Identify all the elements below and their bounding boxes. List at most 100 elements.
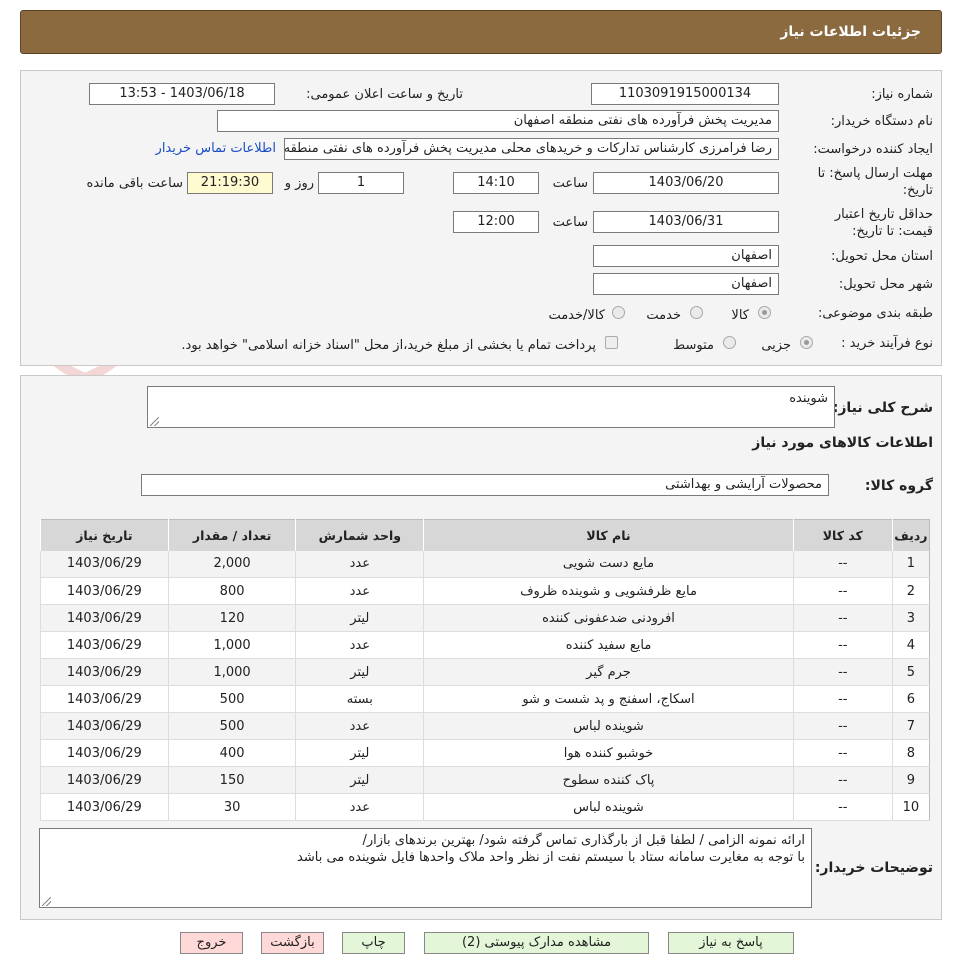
- buyer-contact-link[interactable]: اطلاعات تماس خریدار: [156, 141, 276, 156]
- table-row: 8 -- خوشبو کننده هوا لیتر 400 1403/06/29: [40, 739, 930, 767]
- validity-label: حداقل تاریخ اعتبار: [834, 207, 933, 222]
- cell-row-number: 6: [891, 685, 930, 713]
- category-radio-goods[interactable]: [758, 306, 771, 319]
- cell-code: --: [792, 550, 893, 578]
- cell-row-number: 10: [891, 793, 930, 821]
- col-unit: واحد شمارش: [295, 519, 424, 551]
- cell-unit: عدد: [295, 793, 424, 821]
- cell-unit: عدد: [295, 712, 424, 740]
- cell-name: پاک کننده سطوح: [423, 766, 794, 794]
- notes-line-1: ارائه نمونه الزامی / لطفا قبل از بارگذار…: [362, 833, 805, 848]
- cell-quantity: 30: [167, 793, 296, 821]
- cell-quantity: 1,000: [167, 631, 296, 659]
- city-field: اصفهان: [593, 273, 779, 295]
- cell-row-number: 4: [891, 631, 930, 659]
- cell-code: --: [792, 712, 893, 740]
- process-option-minor: جزیی: [761, 338, 791, 353]
- reply-button[interactable]: پاسخ به نیاز: [668, 932, 794, 954]
- buyer-label: نام دستگاه خریدار:: [830, 114, 933, 129]
- table-row: 1 -- مایع دست شویی عدد 2,000 1403/06/29: [40, 550, 930, 578]
- notes-textarea[interactable]: ارائه نمونه الزامی / لطفا قبل از بارگذار…: [39, 828, 812, 908]
- page-header: جزئیات اطلاعات نیاز: [20, 10, 942, 54]
- goods-group-label: گروه کالا:: [864, 478, 933, 494]
- cell-quantity: 500: [167, 685, 296, 713]
- cell-code: --: [792, 793, 893, 821]
- cell-date: 1403/06/29: [40, 712, 169, 740]
- cell-date: 1403/06/29: [40, 550, 169, 578]
- cell-row-number: 1: [891, 550, 930, 578]
- deadline-time-field: 14:10: [453, 172, 539, 194]
- requester-label: ایجاد کننده درخواست:: [813, 142, 933, 157]
- exit-button[interactable]: خروج: [180, 932, 243, 954]
- need-number-field: 1103091915000134: [591, 83, 779, 105]
- cell-name: خوشبو کننده هوا: [423, 739, 794, 767]
- province-label: استان محل تحویل:: [831, 249, 933, 264]
- view-documents-button[interactable]: مشاهده مدارک پیوستی (2): [424, 932, 649, 954]
- cell-unit: لیتر: [295, 766, 424, 794]
- cell-row-number: 2: [891, 577, 930, 605]
- goods-group-field: محصولات آرایشی و بهداشتی: [141, 474, 829, 496]
- table-row: 10 -- شوینده لباس عدد 30 1403/06/29: [40, 793, 930, 821]
- goods-panel: شرح کلی نیاز: شوینده اطلاعات کالاهای مور…: [20, 375, 942, 920]
- print-button[interactable]: چاپ: [342, 932, 405, 954]
- cell-unit: لیتر: [295, 739, 424, 767]
- cell-name: مایع سفید کننده: [423, 631, 794, 659]
- cell-quantity: 2,000: [167, 550, 296, 578]
- cell-date: 1403/06/29: [40, 685, 169, 713]
- cell-unit: بسته: [295, 685, 424, 713]
- back-button[interactable]: بازگشت: [261, 932, 324, 954]
- cell-date: 1403/06/29: [40, 739, 169, 767]
- cell-row-number: 7: [891, 712, 930, 740]
- table-row: 9 -- پاک کننده سطوح لیتر 150 1403/06/29: [40, 766, 930, 794]
- table-row: 4 -- مایع سفید کننده عدد 1,000 1403/06/29: [40, 631, 930, 659]
- cell-date: 1403/06/29: [40, 577, 169, 605]
- validity-time-label: ساعت: [552, 215, 588, 230]
- process-radio-minor[interactable]: [800, 336, 813, 349]
- cell-quantity: 800: [167, 577, 296, 605]
- treasury-checkbox[interactable]: [605, 336, 618, 349]
- category-radio-service[interactable]: [690, 306, 703, 319]
- deadline-label: مهلت ارسال پاسخ: تا: [817, 166, 933, 181]
- cell-date: 1403/06/29: [40, 631, 169, 659]
- process-radio-medium[interactable]: [723, 336, 736, 349]
- cell-unit: لیتر: [295, 658, 424, 686]
- payment-note: پرداخت تمام یا بخشی از مبلغ خرید،از محل …: [181, 338, 596, 353]
- table-row: 2 -- مایع ظرفشویی و شوینده ظروف عدد 800 1403/…: [40, 577, 930, 605]
- page-title: جزئیات اطلاعات نیاز: [780, 24, 921, 40]
- cell-quantity: 120: [167, 604, 296, 632]
- notes-line-2: با توجه به مغایرت سامانه ستاد با سیستم ن…: [297, 850, 805, 865]
- cell-code: --: [792, 658, 893, 686]
- cell-quantity: 1,000: [167, 658, 296, 686]
- need-info-panel: شماره نیاز: 1103091915000134 تاریخ و ساع…: [20, 70, 942, 366]
- category-radio-both[interactable]: [612, 306, 625, 319]
- deadline-date-field: 1403/06/20: [593, 172, 779, 194]
- need-number-label: شماره نیاز:: [871, 87, 933, 102]
- buyer-field: مدیریت پخش فرآورده های نفتی منطقه اصفهان: [217, 110, 779, 132]
- resize-grip-icon[interactable]: [150, 417, 159, 426]
- resize-grip-icon[interactable]: [42, 897, 51, 906]
- col-name: نام کالا: [423, 519, 794, 551]
- process-option-medium: متوسط: [673, 338, 714, 353]
- summary-label: شرح کلی نیاز:: [832, 400, 933, 416]
- table-row: 3 -- افرودنی ضدعفونی کننده لیتر 120 1403/06/2…: [40, 604, 930, 632]
- table-header-row: ردیف کد کالا نام کالا واحد شمارش تعداد /…: [40, 519, 930, 551]
- notes-label: توضیحات خریدار:: [814, 860, 933, 876]
- summary-textarea[interactable]: شوینده: [147, 386, 835, 428]
- category-option-goods: کالا: [731, 308, 749, 323]
- process-label: نوع فرآیند خرید :: [841, 336, 933, 351]
- validity-time-field: 12:00: [453, 211, 539, 233]
- cell-unit: عدد: [295, 631, 424, 659]
- cell-unit: عدد: [295, 550, 424, 578]
- cell-code: --: [792, 685, 893, 713]
- cell-code: --: [792, 604, 893, 632]
- cell-code: --: [792, 577, 893, 605]
- province-field: اصفهان: [593, 245, 779, 267]
- table-row: 6 -- اسکاج، اسفنج و پد شست و شو بسته 500 1403…: [40, 685, 930, 713]
- cell-unit: لیتر: [295, 604, 424, 632]
- cell-code: --: [792, 739, 893, 767]
- cell-date: 1403/06/29: [40, 604, 169, 632]
- city-label: شهر محل تحویل:: [838, 277, 933, 292]
- cell-name: افرودنی ضدعفونی کننده: [423, 604, 794, 632]
- category-option-both: کالا/خدمت: [548, 308, 605, 323]
- cell-quantity: 400: [167, 739, 296, 767]
